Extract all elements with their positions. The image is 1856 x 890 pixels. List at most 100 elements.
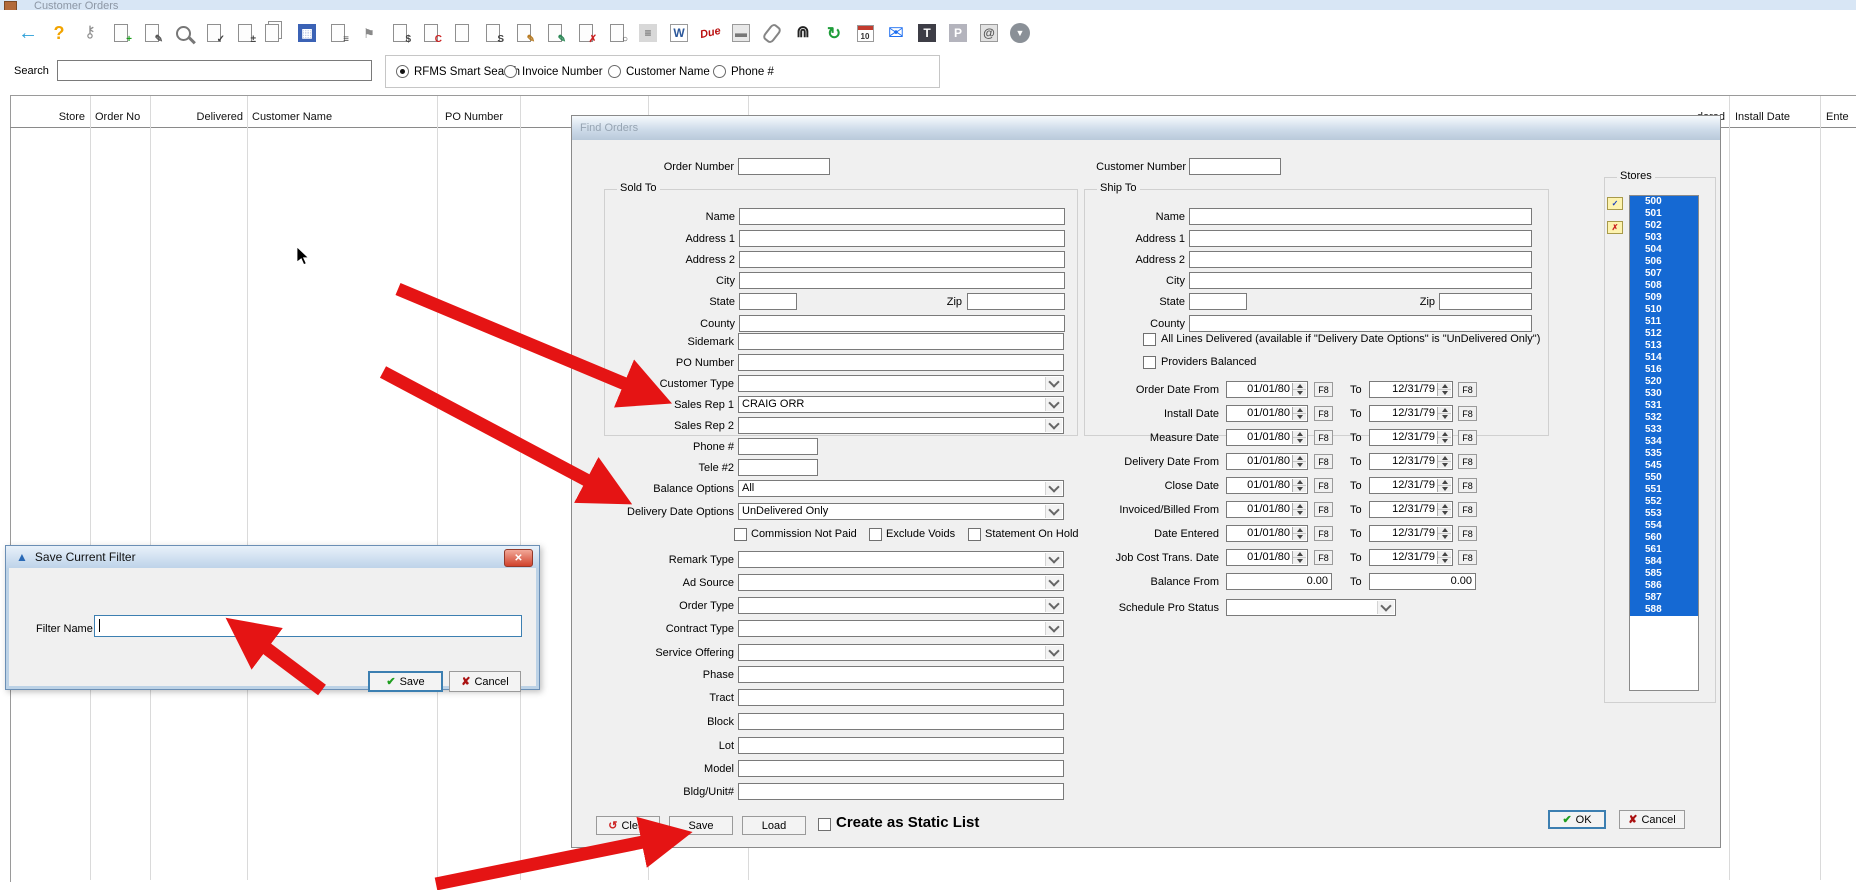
cancel-button[interactable]: ✘ Cancel [1619,810,1685,829]
attachment-icon[interactable] [760,19,784,47]
invoiced-billed-from-from-f8-button[interactable]: F8 [1314,502,1333,517]
store-item[interactable]: 507 [1630,268,1698,280]
job-cost-trans-date-to-input[interactable]: 12/31/79 [1369,549,1453,566]
search-mode-customer-name[interactable]: Customer Name [608,65,710,78]
spinner[interactable] [1437,479,1451,492]
ship-to-address-2-input[interactable] [1189,251,1532,268]
spin-up-icon[interactable] [1293,527,1306,534]
spin-down-icon[interactable] [1293,414,1306,420]
ship-to-address-1-input[interactable] [1189,230,1532,247]
store-item[interactable]: 514 [1630,352,1698,364]
edit-order-icon[interactable]: ✎ [140,19,164,47]
search-input[interactable] [57,60,372,81]
job-cost-trans-date-from-input[interactable]: 01/01/80 [1226,549,1308,566]
column-header-customer-name[interactable]: Customer Name [252,111,422,123]
measure-date-from-f8-button[interactable]: F8 [1314,430,1333,445]
job-cost-trans-date-from-f8-button[interactable]: F8 [1314,550,1333,565]
sold-to-city-input[interactable] [739,272,1065,289]
spin-up-icon[interactable] [1438,527,1451,534]
spinner[interactable] [1437,383,1451,396]
spin-down-icon[interactable] [1293,558,1306,564]
flag-icon[interactable]: ⚑ [357,19,381,47]
field-sidemark-input[interactable] [738,333,1064,350]
delivery-date-from-from-input[interactable]: 01/01/80 [1226,453,1308,470]
invoiced-billed-from-to-input[interactable]: 12/31/79 [1369,501,1453,518]
spinner[interactable] [1437,527,1451,540]
email-icon[interactable]: ✉ [884,19,908,47]
spinner[interactable] [1292,383,1306,396]
field-contract-type-select[interactable] [738,620,1064,637]
measure-date-to-f8-button[interactable]: F8 [1458,430,1477,445]
store-item[interactable]: 552 [1630,496,1698,508]
store-item[interactable]: 588 [1630,604,1698,616]
payment-icon[interactable]: ▬ [729,19,753,47]
static-list-checkbox[interactable] [818,818,831,831]
field-tele-2-input[interactable] [738,459,818,476]
column-header-delivered[interactable]: Delivered [158,111,243,123]
download-icon[interactable]: ▼ [1008,19,1032,47]
spin-down-icon[interactable] [1293,438,1306,444]
store-item[interactable]: 584 [1630,556,1698,568]
spinner[interactable] [1292,431,1306,444]
field-service-offering-select[interactable] [738,644,1064,661]
store-item[interactable]: 530 [1630,388,1698,400]
store-item[interactable]: 508 [1630,280,1698,292]
ship-to-county-input[interactable] [1189,315,1532,332]
measure-date-to-input[interactable]: 12/31/79 [1369,429,1453,446]
contacts-icon[interactable]: @ [977,19,1001,47]
date-entered-from-f8-button[interactable]: F8 [1314,526,1333,541]
spinner[interactable] [1292,551,1306,564]
checkbox-commission-not-paid[interactable] [734,528,747,541]
field-lot-input[interactable] [738,737,1064,754]
search-mode-invoice-number[interactable]: Invoice Number [504,65,603,78]
spin-up-icon[interactable] [1438,383,1451,390]
install-date-from-input[interactable]: 01/01/80 [1226,405,1308,422]
spin-down-icon[interactable] [1438,462,1451,468]
store-item[interactable]: 502 [1630,220,1698,232]
close-date-from-f8-button[interactable]: F8 [1314,478,1333,493]
field-model-input[interactable] [738,760,1064,777]
radio-rfms-smart-search[interactable] [396,65,409,78]
chevron-down-icon[interactable] [1045,418,1062,432]
order-date-from-to-input[interactable]: 12/31/79 [1369,381,1453,398]
sold-to-zip-input[interactable] [967,293,1065,310]
credit-memo-icon[interactable]: C [419,19,443,47]
store-item[interactable]: 531 [1630,400,1698,412]
spin-up-icon[interactable] [1293,431,1306,438]
new-order-icon[interactable]: + [109,19,133,47]
store-item[interactable]: 520 [1630,376,1698,388]
spinner[interactable] [1292,407,1306,420]
column-header-install-date[interactable]: Install Date [1735,111,1815,123]
invoiced-billed-from-from-input[interactable]: 01/01/80 [1226,501,1308,518]
ship-to-name-input[interactable] [1189,208,1532,225]
column-header-order-no[interactable]: Order No [95,111,155,123]
checkbox-providers-balanced[interactable] [1143,356,1156,369]
ok-button[interactable]: ✔ OK [1548,810,1606,829]
date-entered-to-f8-button[interactable]: F8 [1458,526,1477,541]
spin-up-icon[interactable] [1293,383,1306,390]
view-order-icon[interactable]: ✓ [202,19,226,47]
install-date-to-input[interactable]: 12/31/79 [1369,405,1453,422]
field-tract-input[interactable] [738,689,1064,706]
spin-up-icon[interactable] [1438,407,1451,414]
dialog-cancel-button[interactable]: ✘ Cancel [449,671,521,692]
field-po-number-input[interactable] [738,354,1064,371]
spin-down-icon[interactable] [1293,510,1306,516]
store-item[interactable]: 504 [1630,244,1698,256]
store-item[interactable]: 510 [1630,304,1698,316]
ship-to-city-input[interactable] [1189,272,1532,289]
store-select-all-icon[interactable]: ✓ [1607,197,1623,210]
sold-to-address-2-input[interactable] [739,251,1065,268]
spin-up-icon[interactable] [1438,551,1451,558]
store-item[interactable]: 533 [1630,424,1698,436]
search-mode-phone[interactable]: Phone # [713,65,774,78]
column-header-ente[interactable]: Ente [1826,111,1854,123]
delivery-date-from-to-f8-button[interactable]: F8 [1458,454,1477,469]
chevron-down-icon[interactable] [1045,645,1062,659]
store-item[interactable]: 513 [1630,340,1698,352]
spinner[interactable] [1437,503,1451,516]
spinner[interactable] [1437,455,1451,468]
store-item[interactable]: 500 [1630,196,1698,208]
column-header-po-number[interactable]: PO Number [445,111,555,123]
checkbox-all-lines-delivered[interactable] [1143,333,1156,346]
